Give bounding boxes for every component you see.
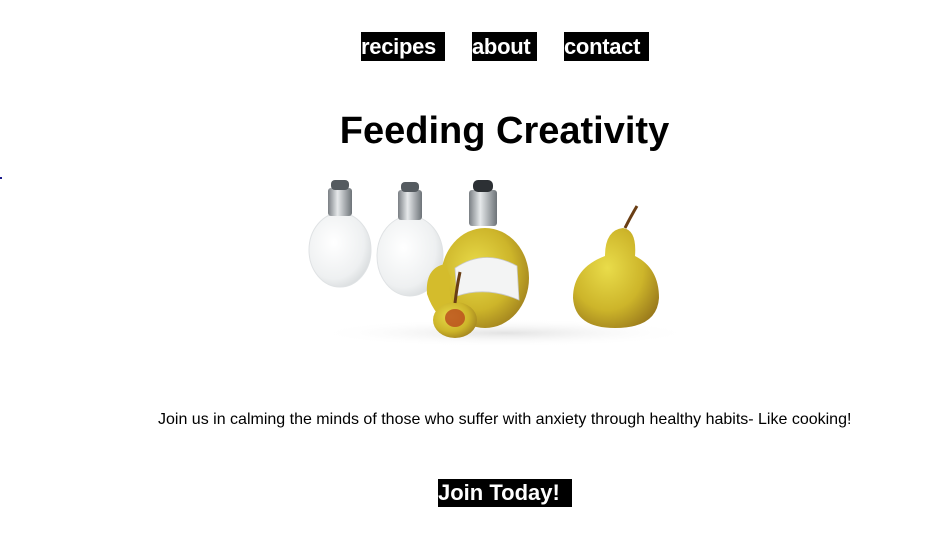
stray-dot [0, 177, 2, 179]
whole-pear-icon [573, 205, 659, 328]
nav-link-about[interactable]: about [472, 32, 537, 61]
page: recipes about contact Feeding Creativity [0, 0, 931, 557]
nav-link-contact[interactable]: contact [564, 32, 649, 61]
tagline: Join us in calming the minds of those wh… [158, 411, 852, 428]
top-nav: recipes about contact [0, 32, 931, 62]
page-title: Feeding Creativity [339, 110, 670, 152]
nav-link-recipes[interactable]: recipes [361, 32, 445, 61]
light-bulb-1-icon [308, 180, 372, 288]
join-today-button[interactable]: Join Today! [438, 479, 572, 507]
hero-image [308, 180, 695, 347]
